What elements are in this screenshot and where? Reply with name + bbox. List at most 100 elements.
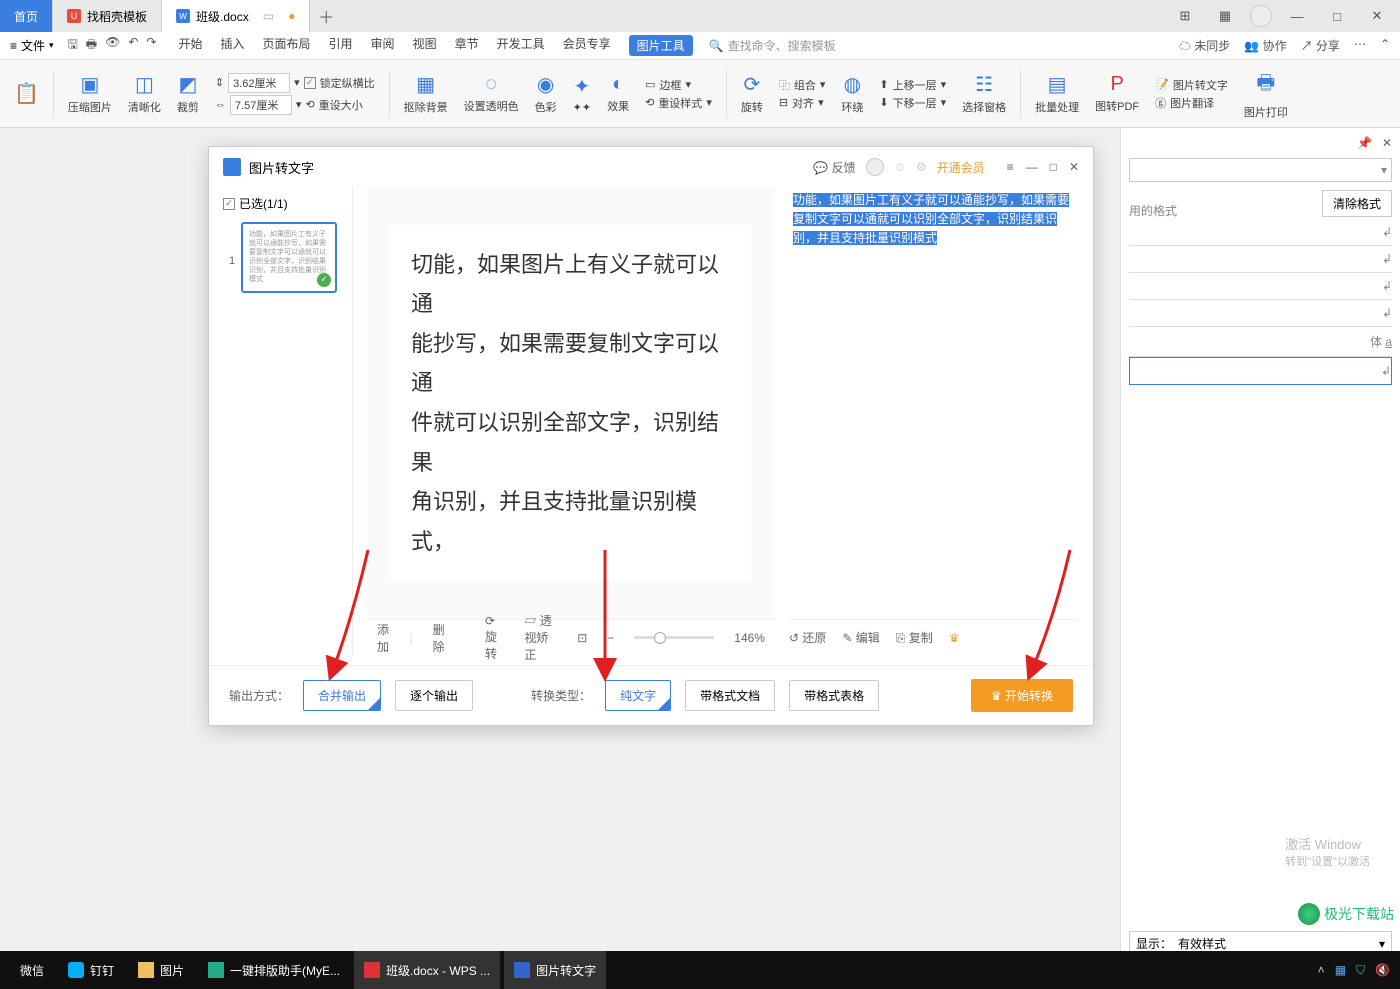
ribbon-color[interactable]: ◉色彩 (529, 72, 563, 115)
ribbon-effect[interactable]: ◐效果 (601, 73, 635, 114)
zoom-slider[interactable] (634, 636, 714, 639)
maximize-button[interactable]: □ (1322, 3, 1352, 29)
dialog-minimize-button[interactable]: ― (1026, 160, 1038, 174)
menu-dev[interactable]: 开发工具 (497, 35, 545, 56)
thumbnail-1[interactable]: 1 功能，如果图片工有义子就可以通能抄写，如果需要复制文字可以通就可以识别全部文… (241, 222, 337, 293)
ribbon-clarity[interactable]: ◫清晰化 (122, 72, 167, 115)
restore-button[interactable]: ↺ 还原 (789, 629, 826, 646)
taskbar-dingding[interactable]: 钉钉 (58, 951, 124, 989)
tray-chevron-icon[interactable]: ˄ (1318, 963, 1325, 977)
collapse-ribbon-icon[interactable]: ⌃ (1380, 37, 1390, 54)
dialog-maximize-button[interactable]: □ (1050, 160, 1057, 174)
rotate-button[interactable]: ⟳ 旋转 (485, 614, 504, 662)
appgrid-icon[interactable]: ⊞ (1170, 3, 1200, 29)
redo-icon[interactable]: ↷ (146, 35, 156, 56)
ribbon-crop[interactable]: ◩裁剪 (171, 72, 205, 115)
undo-icon[interactable]: ↶ (128, 35, 138, 56)
ribbon-up[interactable]: ⬆上移一层▾ (879, 77, 946, 93)
system-tray[interactable]: ˄ ▦ ⛉ 🔇 (1318, 963, 1390, 978)
dialog-menu-icon[interactable]: ≡ (1007, 160, 1014, 174)
menu-chapter[interactable]: 章节 (455, 35, 479, 56)
menu-image-tools[interactable]: 图片工具 (629, 35, 693, 56)
ribbon-border[interactable]: ▭边框▾ (645, 77, 712, 93)
ribbon-topdf[interactable]: P图转PDF (1089, 73, 1145, 114)
tab-document[interactable]: W 班级.docx ▭ ● (162, 0, 310, 32)
merge-output-option[interactable]: 合并输出 (303, 680, 381, 711)
ribbon-compress[interactable]: ▣压缩图片 (62, 72, 118, 115)
smile-icon[interactable]: ☺ (894, 160, 906, 174)
edit-button[interactable]: ✎ 编辑 (842, 629, 879, 646)
width-input[interactable]: 7.57厘米 (230, 95, 292, 115)
ribbon-down[interactable]: ⬇下移一层▾ (879, 95, 946, 111)
zoom-out-icon[interactable]: − (607, 631, 614, 645)
tray-app-icon[interactable]: ▦ (1335, 963, 1346, 977)
share-button[interactable]: ↗ 分享 (1301, 37, 1340, 54)
preview-icon[interactable]: 👁 (105, 35, 120, 56)
save-icon[interactable]: 🖫 (68, 35, 78, 56)
format-table-option[interactable]: 带格式表格 (789, 680, 879, 711)
pin-icon[interactable]: 📌 (1357, 136, 1372, 150)
height-input[interactable]: 3.62厘米 (228, 73, 290, 93)
ribbon-align[interactable]: ⊟对齐▾ (779, 95, 826, 111)
vip-link[interactable]: 开通会员 (937, 159, 985, 176)
ribbon-restyle[interactable]: ⟲重设样式▾ (645, 95, 712, 111)
format-doc-option[interactable]: 带格式文档 (685, 680, 775, 711)
result-text[interactable]: 功能，如果图片工有义子就可以通能抄写，如果需要复制文字可以通就可以识别全部文字，… (789, 187, 1079, 619)
tray-shield-icon[interactable]: ⛉ (1356, 963, 1365, 978)
menu-vip[interactable]: 会员专享 (563, 35, 611, 56)
menu-view[interactable]: 视图 (413, 35, 437, 56)
taskbar-wps[interactable]: 班级.docx - WPS ... (354, 951, 500, 989)
feedback-link[interactable]: 💬 反馈 (813, 159, 855, 176)
tab-readmode-icon[interactable]: ▭ (263, 9, 274, 23)
more-icon[interactable]: ⋯ (1354, 37, 1366, 54)
lock-ratio-checkbox[interactable] (304, 77, 316, 89)
style-line-2[interactable]: ↲ (1129, 246, 1392, 273)
ribbon-artistic[interactable]: ✦✦✦ (567, 74, 597, 114)
style-line-1[interactable]: ↲ (1129, 219, 1392, 246)
ribbon-transparent[interactable]: ◌设置透明色 (458, 73, 525, 114)
style-line-5[interactable]: 体 a (1129, 327, 1392, 357)
style-line-6[interactable]: ↲ (1129, 357, 1392, 385)
each-output-option[interactable]: 逐个输出 (395, 680, 473, 711)
print-icon[interactable]: 🖶 (86, 35, 97, 56)
command-search[interactable]: 🔍 查找命令、搜索模板 (709, 37, 836, 54)
sync-button[interactable]: ☁ 未同步 (1179, 37, 1230, 54)
gear-icon[interactable]: ⚙ (916, 160, 927, 174)
reset-size-icon[interactable]: ⟲ (305, 98, 314, 111)
ribbon-removebg[interactable]: ▦抠除背景 (398, 72, 454, 115)
coop-button[interactable]: 👥 协作 (1244, 37, 1286, 54)
ribbon-batch[interactable]: ▤批量处理 (1029, 72, 1085, 115)
file-menu[interactable]: ≡文件▾ (10, 37, 54, 54)
dialog-avatar[interactable] (866, 158, 884, 176)
menu-ref[interactable]: 引用 (329, 35, 353, 56)
style-line-4[interactable]: ↲ (1129, 300, 1392, 327)
minimize-button[interactable]: ― (1282, 3, 1312, 29)
style-line-3[interactable]: ↲ (1129, 273, 1392, 300)
ribbon-print[interactable]: 🖶图片打印 (1238, 68, 1294, 120)
ribbon-translate[interactable]: ⓖ图片翻译 (1155, 95, 1228, 111)
start-convert-button[interactable]: ♛ 开始转换 (971, 679, 1073, 712)
ribbon-totext[interactable]: 📝图片转文字 (1155, 77, 1228, 93)
menu-layout[interactable]: 页面布局 (263, 35, 311, 56)
ribbon-wrap[interactable]: ◍环绕 (835, 72, 869, 115)
add-button[interactable]: 添加 (377, 621, 389, 655)
tab-templates[interactable]: U 找稻壳模板 (53, 0, 162, 32)
avatar[interactable] (1250, 5, 1272, 27)
style-combo[interactable]: ▾ (1129, 158, 1392, 182)
tab-home[interactable]: 首页 (0, 0, 53, 32)
close-button[interactable]: ✕ (1362, 3, 1392, 29)
perspective-button[interactable]: ▱ 透视矫正 (524, 612, 557, 663)
delete-button[interactable]: 删除 (433, 621, 445, 655)
taskbar-wechat[interactable]: 微信 (10, 951, 54, 989)
menu-review[interactable]: 审阅 (371, 35, 395, 56)
clear-format-button[interactable]: 清除格式 (1322, 190, 1392, 217)
fit-icon[interactable]: ⊡ (577, 631, 587, 645)
select-all-checkbox[interactable] (223, 198, 235, 210)
ribbon-pane[interactable]: ☷选择窗格 (956, 72, 1012, 115)
apps-icon[interactable]: ▦ (1210, 3, 1240, 29)
tray-volume-icon[interactable]: 🔇 (1375, 963, 1390, 977)
dialog-close-button[interactable]: ✕ (1069, 160, 1079, 174)
ribbon-rotate[interactable]: ⟳旋转 (735, 72, 769, 115)
taskbar-pictures[interactable]: 图片 (128, 951, 194, 989)
copy-button[interactable]: ⎘ 复制 (896, 629, 933, 646)
